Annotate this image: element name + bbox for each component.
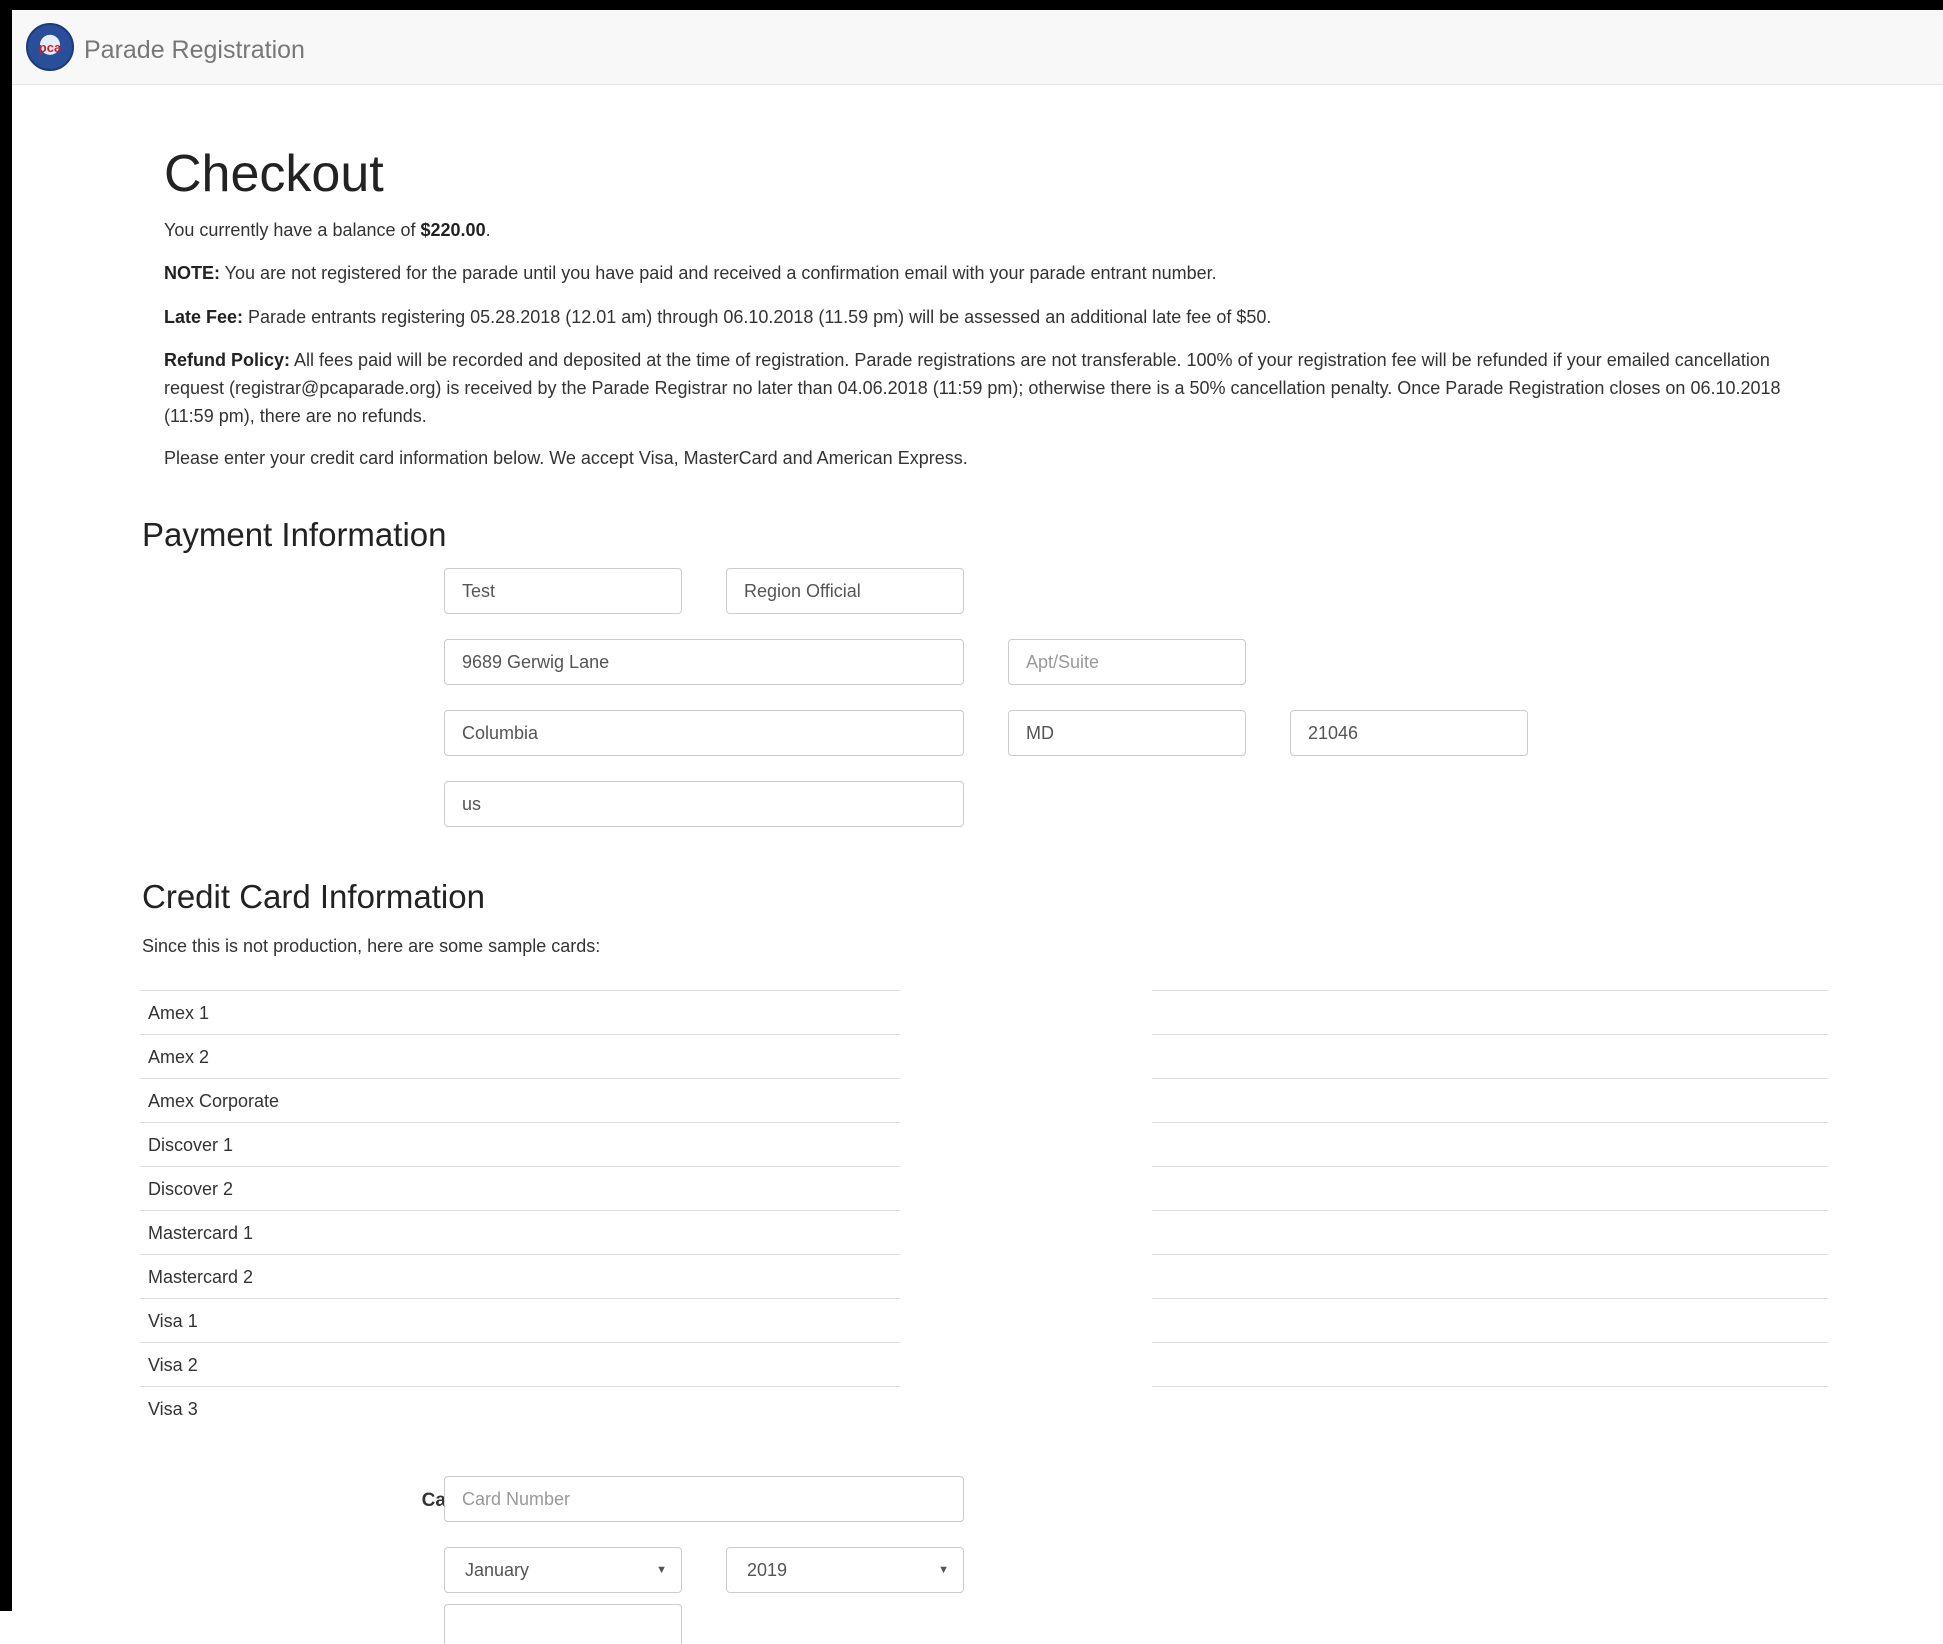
sample-card-row[interactable]: Visa 2: [140, 1342, 900, 1386]
balance-amount: $220.00: [420, 220, 486, 240]
sample-card-number-cell: [1152, 1386, 1828, 1430]
late-fee-label: Late Fee:: [164, 307, 244, 327]
navbar: pca Parade Registration: [12, 10, 1943, 85]
sample-card-row[interactable]: Amex 2: [140, 1034, 900, 1078]
navbar-brand[interactable]: Parade Registration: [84, 36, 305, 65]
sample-card-number-cell: [1152, 990, 1828, 1034]
cvv-input-partial[interactable]: [444, 1604, 682, 1644]
first-name-input[interactable]: [444, 568, 682, 614]
sample-card-number-cell: [1152, 1034, 1828, 1078]
sample-card-row[interactable]: Visa 1: [140, 1298, 900, 1342]
sample-card-row[interactable]: Amex 1: [140, 990, 900, 1034]
expiration-year-select[interactable]: 2019 ▼: [726, 1547, 964, 1593]
sample-card-number-cell: [1152, 1078, 1828, 1122]
sample-card-number-cell: [1152, 1298, 1828, 1342]
credit-card-heading: Credit Card Information: [142, 878, 485, 915]
sample-card-row[interactable]: Discover 2: [140, 1166, 900, 1210]
balance-suffix: .: [485, 220, 491, 240]
state-input[interactable]: [1008, 710, 1246, 756]
logo-text: pca: [38, 40, 62, 55]
payment-heading: Payment Information: [142, 516, 447, 553]
page-title: Checkout: [164, 145, 384, 203]
last-name-input[interactable]: [726, 568, 964, 614]
balance-text: You currently have a balance of $220.00.: [164, 216, 1824, 244]
sample-card-number-cell: [1152, 1254, 1828, 1298]
note-label: NOTE:: [164, 263, 220, 283]
note-text: NOTE: You are not registered for the par…: [164, 259, 1824, 287]
card-number-input[interactable]: [444, 1476, 964, 1522]
chevron-down-icon: ▼: [656, 1564, 667, 1576]
apt-suite-input[interactable]: [1008, 639, 1246, 685]
chevron-down-icon: ▼: [938, 1564, 949, 1576]
refund-policy-text: Refund Policy: All fees paid will be rec…: [164, 346, 1804, 430]
sample-cards-list: Amex 1 Amex 2 Amex Corporate Discover 1 …: [140, 990, 900, 1430]
sample-card-row[interactable]: Amex Corporate: [140, 1078, 900, 1122]
instruction-text: Please enter your credit card informatio…: [164, 448, 968, 468]
late-fee-text: Late Fee: Parade entrants registering 05…: [164, 303, 1824, 331]
sample-cards-numbers: [1152, 990, 1828, 1430]
country-input[interactable]: [444, 781, 964, 827]
sample-card-number-cell: [1152, 1342, 1828, 1386]
zip-input[interactable]: [1290, 710, 1528, 756]
late-fee-body: Parade entrants registering 05.28.2018 (…: [243, 307, 1272, 327]
refund-body: All fees paid will be recorded and depos…: [164, 350, 1781, 426]
note-body: You are not registered for the parade un…: [220, 263, 1217, 283]
refund-label: Refund Policy:: [164, 350, 291, 370]
city-input[interactable]: [444, 710, 964, 756]
expiration-month-select[interactable]: January ▼: [444, 1547, 682, 1593]
expiration-year-value: 2019: [747, 1560, 788, 1580]
sample-card-row[interactable]: Mastercard 2: [140, 1254, 900, 1298]
address-input[interactable]: [444, 639, 964, 685]
sample-card-number-cell: [1152, 1122, 1828, 1166]
balance-prefix: You currently have a balance of: [164, 220, 421, 240]
sample-card-number-cell: [1152, 1166, 1828, 1210]
sample-cards-note: Since this is not production, here are s…: [142, 936, 601, 956]
sample-card-row[interactable]: Visa 3: [140, 1386, 900, 1430]
expiration-month-value: January: [465, 1560, 530, 1580]
sample-card-number-cell: [1152, 1210, 1828, 1254]
sample-card-row[interactable]: Discover 1: [140, 1122, 900, 1166]
sample-card-row[interactable]: Mastercard 1: [140, 1210, 900, 1254]
pca-logo-icon[interactable]: pca: [26, 23, 74, 71]
